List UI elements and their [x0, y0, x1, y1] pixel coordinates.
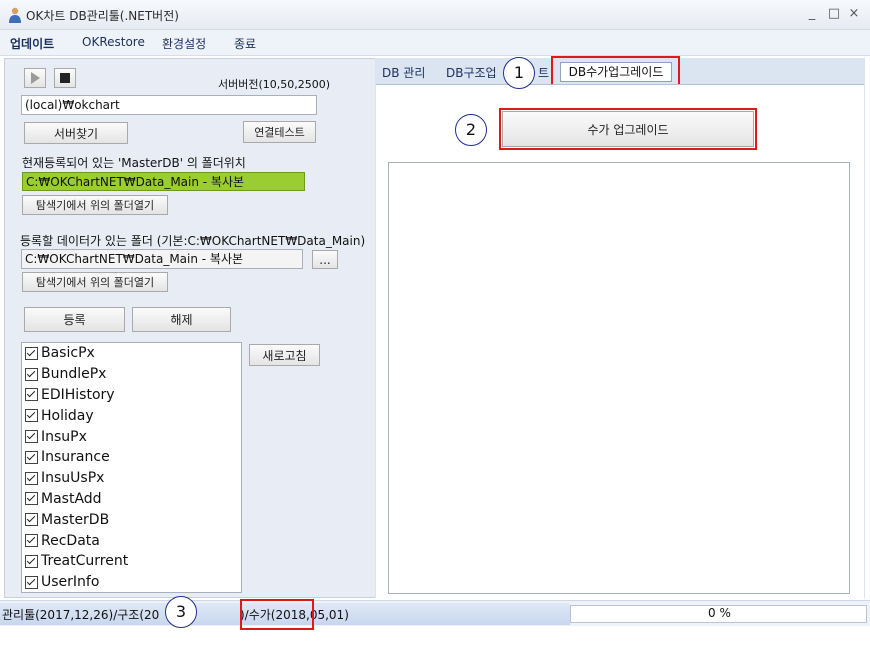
menu-okrestore[interactable]: OKRestore — [82, 35, 145, 49]
list-item[interactable]: MasterDB — [22, 509, 241, 530]
list-item-label: BundlePx — [41, 366, 107, 383]
checkbox-checked-icon[interactable] — [25, 534, 38, 548]
checkbox-checked-icon[interactable] — [25, 409, 38, 423]
tab-db-manage[interactable]: DB 관리 — [382, 64, 425, 81]
checkbox-checked-icon[interactable] — [25, 471, 38, 485]
server-version-label: 서버버전(10,50,2500) — [218, 78, 331, 91]
stop-icon — [60, 73, 70, 83]
list-item[interactable]: EDIHistory — [22, 385, 241, 406]
register-folder-input[interactable]: C:₩OKChartNET₩Data_Main - 복사본 — [21, 249, 303, 269]
list-item-label: InsuPx — [41, 428, 87, 445]
stop-button[interactable] — [54, 68, 76, 88]
list-item[interactable]: RecData — [22, 530, 241, 551]
menu-exit[interactable]: 종료 — [234, 35, 256, 52]
window-title: OK차트 DB관리툴(.NET버전) — [26, 9, 179, 23]
checkbox-checked-icon[interactable] — [25, 346, 38, 360]
tab-partial[interactable]: 트 — [538, 64, 549, 81]
checkbox-checked-icon[interactable] — [25, 554, 38, 568]
browse-folder-button[interactable]: ... — [312, 250, 338, 269]
list-item-label: MastAdd — [41, 490, 102, 507]
menu-settings[interactable]: 환경설정 — [162, 35, 206, 52]
maximize-button[interactable]: □ — [826, 6, 842, 22]
list-item-label: UserInfo — [41, 574, 100, 591]
list-item[interactable]: BasicPx — [22, 343, 241, 364]
status-version-text: 관리툴(2017,12,26)/구조(20 — [2, 608, 160, 622]
list-item[interactable]: UserInfo — [22, 572, 241, 592]
list-item-label: BasicPx — [41, 345, 95, 362]
menu-update[interactable]: 업데이트 — [10, 35, 54, 52]
list-item[interactable]: InsuPx — [22, 426, 241, 447]
register-folder-label: 등록할 데이터가 있는 폴더 (기본:C:₩OKChartNET₩Data_Ma… — [20, 234, 366, 248]
checkbox-checked-icon[interactable] — [25, 430, 38, 444]
list-item[interactable]: BundlePx — [22, 364, 241, 385]
highlight-box-status — [240, 599, 314, 630]
checkbox-checked-icon[interactable] — [25, 388, 38, 402]
server-name-input[interactable]: (local)₩okchart — [21, 95, 317, 115]
progress-text: 0 % — [708, 606, 731, 620]
list-item-label: Insurance — [41, 449, 110, 466]
list-item-label: Holiday — [41, 407, 94, 424]
close-button[interactable]: × — [846, 6, 862, 22]
tab-db-structure[interactable]: DB구조업 — [446, 64, 497, 81]
log-area — [388, 162, 850, 594]
checkbox-checked-icon[interactable] — [25, 450, 38, 464]
refresh-button[interactable]: 새로고침 — [249, 344, 320, 366]
list-item[interactable]: InsuUsPx — [22, 468, 241, 489]
db-checklist[interactable]: BasicPx BundlePx EDIHistory Holiday InsuPx In… — [21, 342, 242, 593]
play-button[interactable] — [24, 68, 46, 88]
list-item-label: InsuUsPx — [41, 470, 105, 487]
callout-2: 2 — [455, 114, 487, 146]
list-item[interactable]: Insurance — [22, 447, 241, 468]
highlight-box-upgrade — [499, 108, 757, 150]
app-person-icon — [9, 7, 21, 23]
checkbox-checked-icon[interactable] — [25, 513, 38, 527]
master-db-label: 현재등록되어 있는 'MasterDB' 의 폴더위치 — [22, 156, 246, 170]
open-register-folder-button[interactable]: 탐색기에서 위의 폴더열기 — [22, 272, 168, 292]
callout-1: 1 — [503, 57, 535, 89]
list-item-label: MasterDB — [41, 511, 110, 528]
checkbox-checked-icon[interactable] — [25, 575, 38, 589]
checkbox-checked-icon[interactable] — [25, 492, 38, 506]
list-item-label: TreatCurrent — [41, 553, 129, 570]
list-item-label: RecData — [41, 532, 100, 549]
play-icon — [31, 72, 40, 84]
master-db-path: C:₩OKChartNET₩Data_Main - 복사본 — [22, 172, 305, 191]
list-item-label: EDIHistory — [41, 386, 115, 403]
minimize-button[interactable]: _ — [804, 6, 820, 22]
list-item[interactable]: Holiday — [22, 405, 241, 426]
callout-3: 3 — [165, 596, 197, 628]
register-button[interactable]: 등록 — [24, 307, 125, 332]
release-button[interactable]: 해제 — [132, 307, 231, 332]
list-item[interactable]: TreatCurrent — [22, 551, 241, 572]
list-item[interactable]: MastAdd — [22, 489, 241, 510]
connection-test-button[interactable]: 연결테스트 — [243, 121, 316, 143]
checkbox-checked-icon[interactable] — [25, 367, 38, 381]
open-master-folder-button[interactable]: 탐색기에서 위의 폴더열기 — [22, 195, 168, 215]
find-server-button[interactable]: 서버찾기 — [24, 122, 128, 144]
